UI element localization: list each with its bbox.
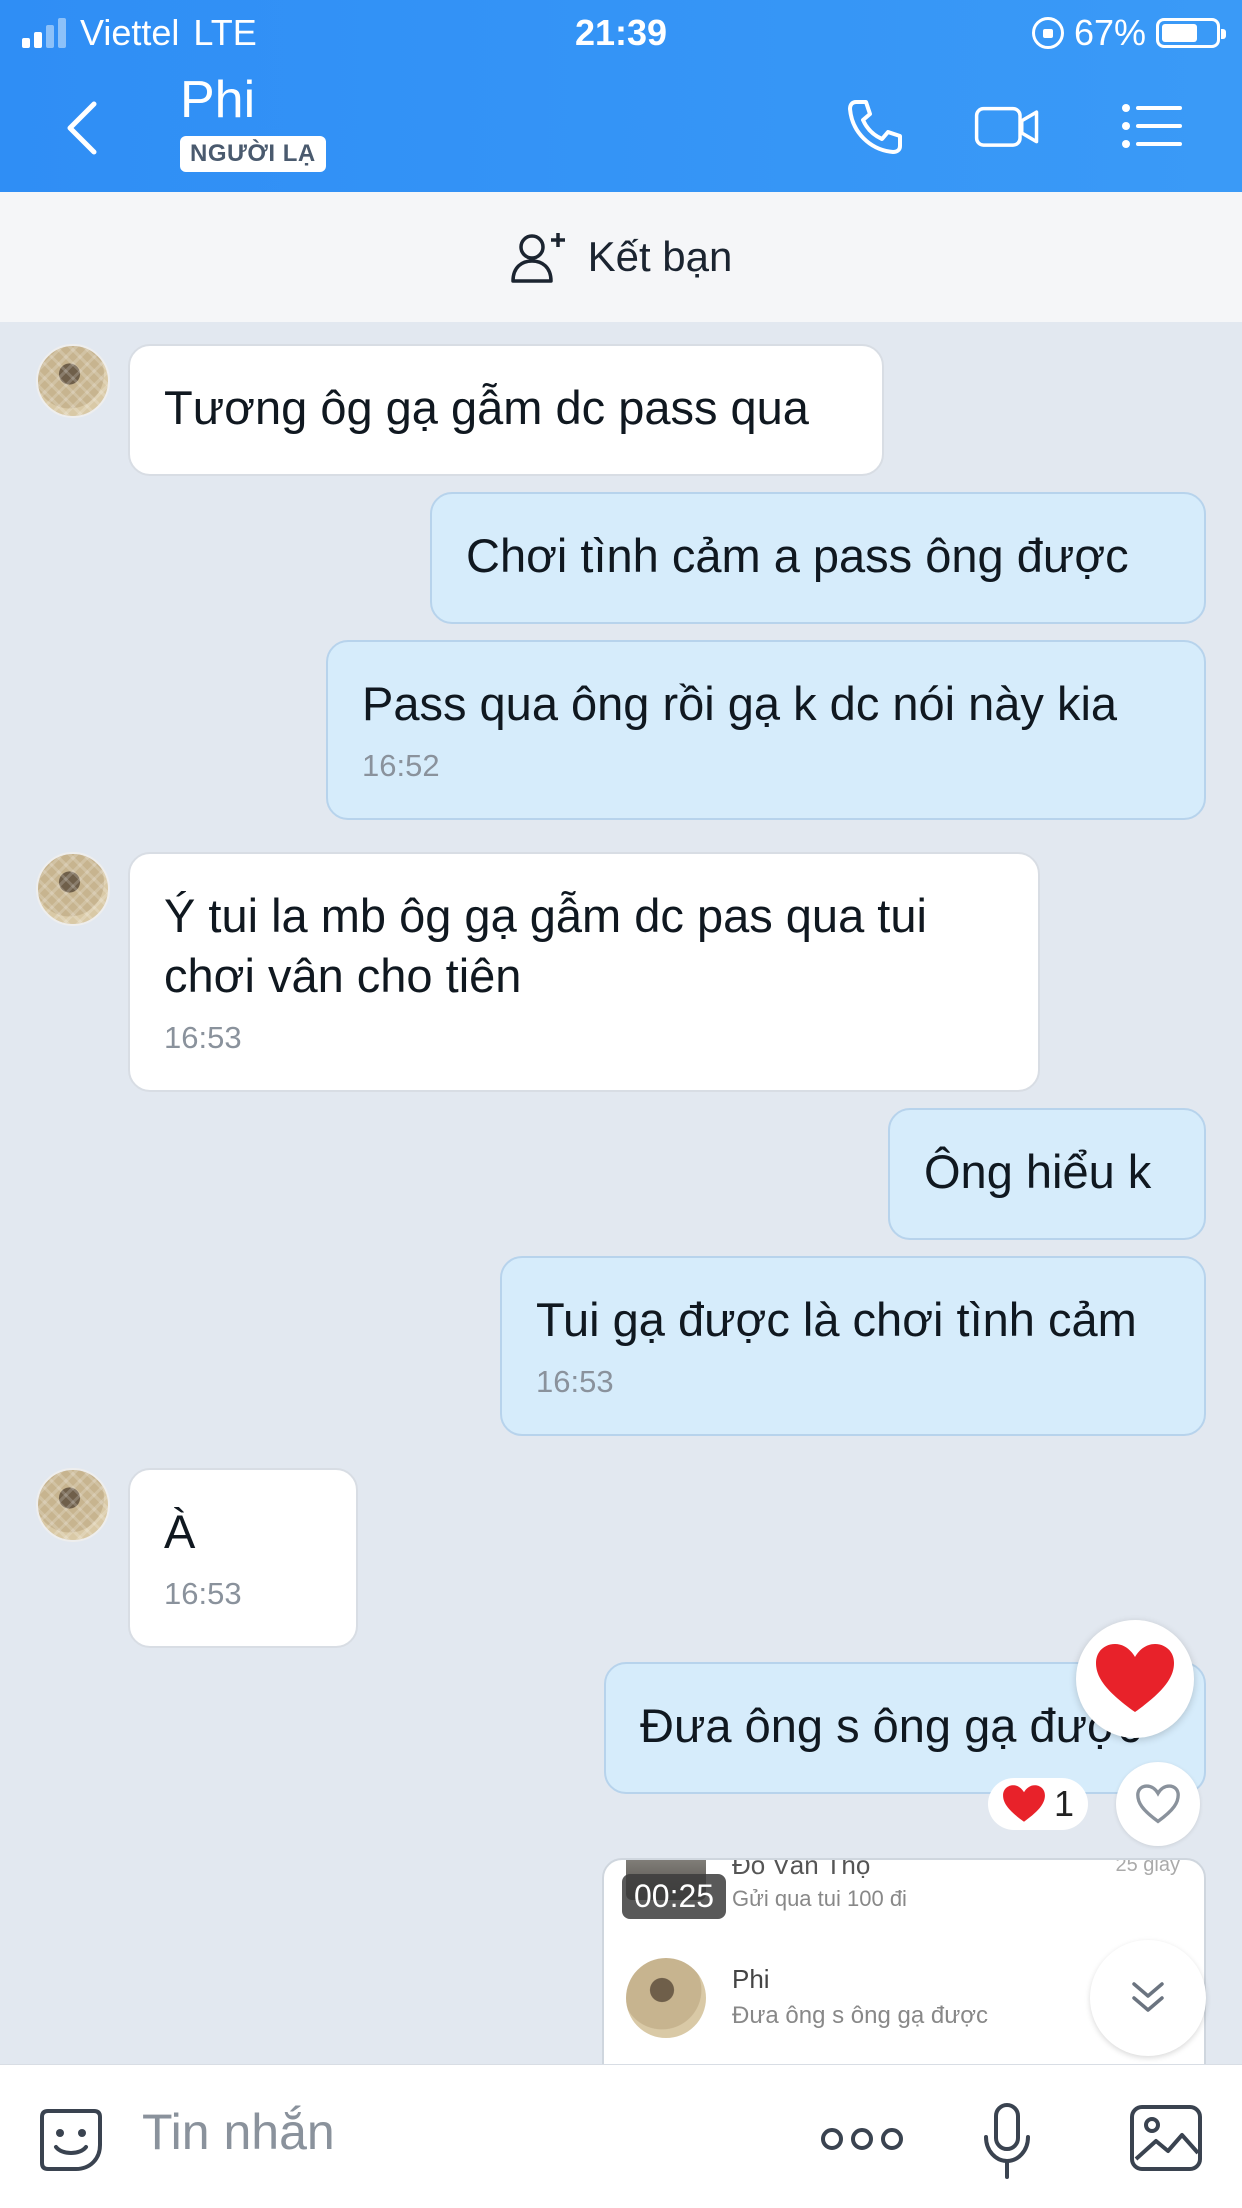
battery-icon xyxy=(1156,18,1226,48)
message-text: Đưa ông s ông gạ được xyxy=(640,1699,1142,1752)
message-text: Chơi tình cảm a pass ông được xyxy=(466,529,1129,582)
preview-top-ago: 25 giây xyxy=(1115,1858,1181,1876)
message-bubble-outgoing[interactable]: Pass qua ông rồi gạ k dc nói này kia 16:… xyxy=(326,640,1206,820)
avatar[interactable] xyxy=(36,344,110,418)
message-text: Tương ôg gạ gẫm dc pass qua xyxy=(164,381,809,434)
reaction-count[interactable]: 1 xyxy=(988,1778,1089,1830)
rotation-lock-icon xyxy=(1031,17,1064,49)
video-timer: 00:25 xyxy=(622,1874,727,1919)
avatar[interactable] xyxy=(36,852,110,926)
avatar xyxy=(626,1958,706,2038)
battery-indicator: 67% xyxy=(1031,12,1226,54)
like-button[interactable] xyxy=(1116,1762,1200,1846)
battery-percent: 67% xyxy=(1073,12,1146,53)
sticker-icon[interactable] xyxy=(36,2105,106,2175)
heart-icon xyxy=(1003,1785,1045,1822)
back-arrow-icon[interactable] xyxy=(62,100,102,156)
stranger-badge: NGƯỜI LẠ xyxy=(180,136,326,172)
heart-outline-icon xyxy=(1136,1784,1180,1824)
phone-call-icon[interactable] xyxy=(842,96,908,156)
avatar[interactable] xyxy=(36,1468,110,1542)
message-input[interactable]: Tin nhắn xyxy=(142,2103,335,2161)
message-list[interactable]: Tương ôg gạ gẫm dc pass qua Chơi tình cả… xyxy=(0,322,1242,2064)
contact-info[interactable]: Phi NGƯỜI LẠ xyxy=(180,72,326,172)
message-text: Ông hiểu k xyxy=(924,1145,1152,1198)
preview-top-name: Đỗ Văn Thọ xyxy=(732,1858,871,1880)
add-friend-icon xyxy=(510,233,565,283)
message-bubble-incoming[interactable]: Tương ôg gạ gẫm dc pass qua xyxy=(128,344,884,476)
reaction-count-value: 1 xyxy=(1054,1783,1075,1824)
message-time: 16:53 xyxy=(164,1576,242,1611)
video-call-icon[interactable] xyxy=(974,96,1040,156)
message-bubble-outgoing[interactable]: Chơi tình cảm a pass ông được xyxy=(430,492,1206,624)
heart-reaction-picker[interactable] xyxy=(1076,1620,1194,1738)
message-time: 16:53 xyxy=(164,1020,242,1055)
message-bubble-outgoing[interactable]: Ông hiểu k xyxy=(888,1108,1206,1240)
preview-text: Đưa ông s ông gạ được xyxy=(732,2002,989,2029)
more-options-icon[interactable] xyxy=(820,2125,904,2153)
heart-icon xyxy=(1096,1644,1174,1712)
microphone-icon[interactable] xyxy=(982,2101,1032,2181)
message-text: Tui gạ được là chơi tình cảm xyxy=(536,1293,1137,1346)
message-text: À xyxy=(164,1505,196,1558)
add-friend-label: Kết bạn xyxy=(587,233,733,280)
menu-icon[interactable] xyxy=(1118,96,1184,156)
message-text: Ý tui la mb ôg gạ gẫm dc pas qua tui chơ… xyxy=(164,889,927,1002)
image-gallery-icon[interactable] xyxy=(1128,2103,1204,2173)
message-bubble-incoming[interactable]: À 16:53 xyxy=(128,1468,358,1648)
preview-name: Phi xyxy=(732,1964,770,1994)
add-friend-bar[interactable]: Kết bạn xyxy=(0,192,1242,322)
chat-header: Viettel LTE 21:39 67% Phi NGƯỜI LẠ xyxy=(0,0,1242,192)
scroll-to-bottom-button[interactable] xyxy=(1090,1940,1206,2056)
message-time: 16:52 xyxy=(362,748,440,783)
message-bubble-incoming[interactable]: Ý tui la mb ôg gạ gẫm dc pas qua tui chơ… xyxy=(128,852,1040,1092)
contact-name: Phi xyxy=(180,71,256,129)
preview-top-text: Gửi qua tui 100 đi xyxy=(732,1886,907,1911)
message-time: 16:53 xyxy=(536,1364,614,1399)
message-input-bar: Tin nhắn xyxy=(0,2064,1242,2208)
message-bubble-outgoing[interactable]: Tui gạ được là chơi tình cảm 16:53 xyxy=(500,1256,1206,1436)
chevron-double-down-icon xyxy=(1132,1982,1164,2012)
status-bar: Viettel LTE 21:39 67% xyxy=(0,0,1242,64)
message-text: Pass qua ông rồi gạ k dc nói này kia xyxy=(362,677,1118,730)
